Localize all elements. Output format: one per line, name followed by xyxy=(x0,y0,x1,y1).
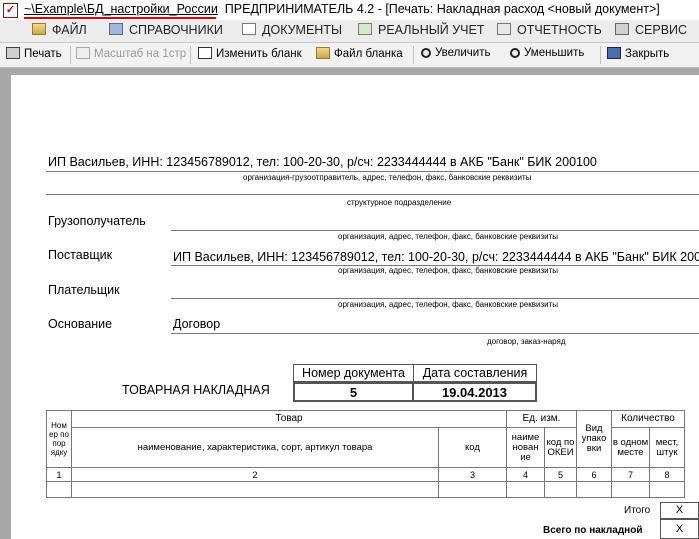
open-folder-icon xyxy=(316,47,330,59)
path-underline xyxy=(24,17,216,19)
col-num-2: 2 xyxy=(71,467,439,482)
doc-date-header: Дата составления xyxy=(414,364,537,382)
empty-cell xyxy=(611,481,650,498)
page-scale-icon xyxy=(76,47,90,59)
basis-caption: договор, заказ-наряд xyxy=(487,337,566,346)
col-num-1: 1 xyxy=(46,467,72,482)
payer-caption: организация, адрес, телефон, факс, банко… xyxy=(338,300,558,309)
col-num-7: 7 xyxy=(611,467,650,482)
doc-title: ТОВАРНАЯ НАКЛАДНАЯ xyxy=(122,383,270,397)
col-num-5: 5 xyxy=(544,467,577,482)
col-code-header: код xyxy=(438,427,507,468)
doc-date-value: 19.04.2013 xyxy=(414,382,537,402)
report-icon xyxy=(497,23,511,35)
ledger-icon xyxy=(358,23,372,35)
col-name-header: наименование, характеристика, сорт, арти… xyxy=(71,427,439,468)
menu-directories[interactable]: СПРАВОЧНИКИ xyxy=(109,23,223,37)
window-title: ~\Example\БД_настройки_России ПРЕДПРИНИМ… xyxy=(24,2,660,16)
total-value: X xyxy=(660,519,699,539)
toolbar: Печать Масштаб на 1стр Изменить бланк Фа… xyxy=(0,43,699,68)
shipper-caption: организация-грузоотправитель, адрес, тел… xyxy=(243,173,532,182)
toolbar-separator xyxy=(413,46,414,64)
book-icon xyxy=(109,23,123,35)
menu-bar: ФАЙЛ СПРАВОЧНИКИ ДОКУМЕНТЫ РЕАЛЬНЫЙ УЧЕТ… xyxy=(0,20,699,43)
col-num-8: 8 xyxy=(649,467,685,482)
itogo-value: X xyxy=(660,502,699,519)
col-number-header: Ном ер по пор ядку xyxy=(46,410,72,468)
col-unit-name-header: наиме нован ие xyxy=(506,427,545,468)
menu-real-accounting[interactable]: РЕАЛЬНЫЙ УЧЕТ xyxy=(358,23,485,37)
itogo-label: Итого xyxy=(624,505,651,516)
col-unit-header: Ед. изм. xyxy=(506,410,577,428)
col-pack-header: Вид упако вки xyxy=(576,410,612,468)
col-goods-header: Товар xyxy=(71,410,507,428)
basis-value: Договор xyxy=(173,317,221,331)
supplier-value: ИП Васильев, ИНН: 123456789012, тел: 100… xyxy=(173,250,699,264)
col-num-4: 4 xyxy=(506,467,545,482)
form-file-button[interactable]: Файл бланка xyxy=(316,47,403,60)
zoom-out-button[interactable]: Уменьшить xyxy=(510,47,584,59)
empty-cell xyxy=(46,481,72,498)
toolbar-separator xyxy=(190,46,191,64)
total-label: Всего по накладной xyxy=(543,525,643,536)
edit-form-button[interactable]: Изменить бланк xyxy=(198,47,302,60)
doc-number-value: 5 xyxy=(293,382,414,402)
col-places-header: мест, штук xyxy=(649,427,685,468)
empty-cell xyxy=(438,481,507,498)
document-icon xyxy=(242,23,256,35)
empty-cell xyxy=(544,481,577,498)
doc-number-header: Номер документа xyxy=(293,364,414,382)
supplier-caption: организация, адрес, телефон, факс, банко… xyxy=(338,266,558,275)
shipper-line xyxy=(46,171,699,172)
folder-icon xyxy=(32,23,46,35)
basis-label: Основание xyxy=(48,317,113,331)
col-num-3: 3 xyxy=(438,467,507,482)
consignee-caption: организация, адрес, телефон, факс, банко… xyxy=(338,232,558,241)
menu-documents[interactable]: ДОКУМЕНТЫ xyxy=(242,23,342,37)
goods-table: Ном ер по пор ядку Товар Ед. изм. Вид уп… xyxy=(46,410,685,498)
close-button[interactable]: Закрыть xyxy=(607,47,669,60)
unit-caption: структурное подразделение xyxy=(347,198,452,207)
unit-line xyxy=(46,194,699,195)
menu-reports[interactable]: ОТЧЕТНОСТЬ xyxy=(497,23,602,37)
zoom-out-icon xyxy=(510,48,520,58)
payer-label: Плательщик xyxy=(48,283,120,297)
consignee-label: Грузополучатель xyxy=(48,214,146,228)
col-okei-header: код по ОКЕИ xyxy=(544,427,577,468)
col-num-6: 6 xyxy=(576,467,612,482)
col-qty-header: Количество xyxy=(611,410,685,428)
supplier-label: Поставщик xyxy=(48,248,113,262)
toolbar-separator xyxy=(600,46,601,64)
menu-service[interactable]: СЕРВИС xyxy=(615,23,687,37)
column-numbers-row: 1 2 3 4 5 6 7 8 xyxy=(46,467,685,482)
print-button[interactable]: Печать xyxy=(6,47,62,60)
zoom-in-button[interactable]: Увеличить xyxy=(421,47,490,59)
zoom-in-icon xyxy=(421,48,431,58)
app-checkmark-icon: ✓ xyxy=(3,3,18,18)
fit-page-button[interactable]: Масштаб на 1стр xyxy=(76,47,186,60)
empty-cell xyxy=(506,481,545,498)
menu-file[interactable]: ФАЙЛ xyxy=(32,23,87,37)
basis-line xyxy=(171,333,699,334)
toolbar-separator xyxy=(70,46,71,64)
database-path: ~\Example\БД_настройки_России xyxy=(24,2,218,16)
edit-form-icon xyxy=(198,47,212,59)
tools-icon xyxy=(615,23,629,35)
shipper-value: ИП Васильев, ИНН: 123456789012, тел: 100… xyxy=(48,155,597,169)
window-title-text: ПРЕДПРИНИМАТЕЛЬ 4.2 - [Печать: Накладная… xyxy=(224,2,660,16)
empty-cell xyxy=(649,481,685,498)
invoice-page: ИП Васильев, ИНН: 123456789012, тел: 100… xyxy=(11,75,699,539)
printer-icon xyxy=(6,47,20,59)
close-door-icon xyxy=(607,47,621,59)
payer-line xyxy=(171,298,699,299)
title-bar: ✓ ~\Example\БД_настройки_России ПРЕДПРИН… xyxy=(0,0,699,20)
empty-cell xyxy=(576,481,612,498)
table-row xyxy=(46,481,685,498)
col-in-one-header: в одном месте xyxy=(611,427,650,468)
consignee-line xyxy=(171,230,699,231)
empty-cell xyxy=(71,481,439,498)
